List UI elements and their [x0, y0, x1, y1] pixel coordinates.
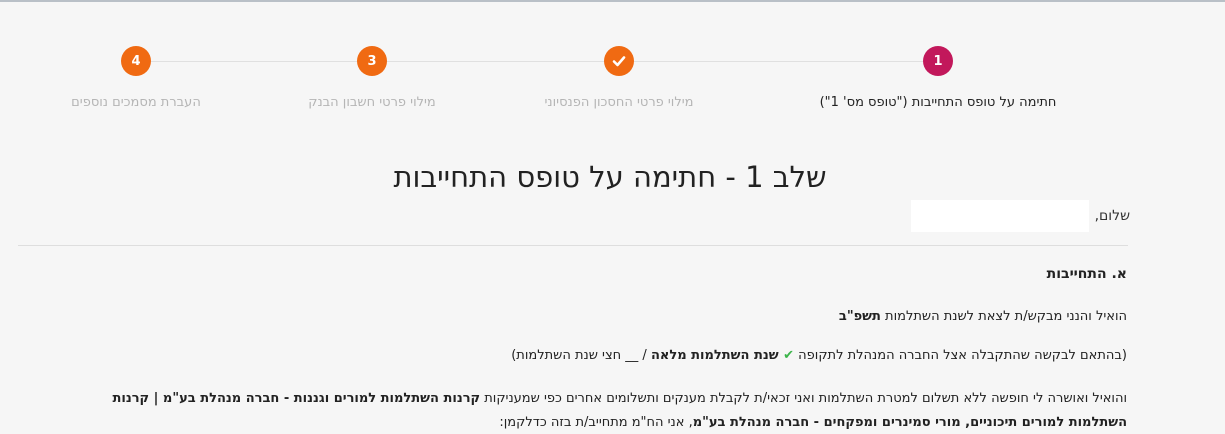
page-title: שלב 1 - חתימה על טופס התחייבות [393, 160, 827, 194]
user-name-field [910, 200, 1089, 232]
step-1-number: 1 [933, 53, 943, 69]
greeting-row: שלום, [910, 200, 1130, 232]
line1-year: תשפ"ב [838, 309, 881, 324]
step-4-label[interactable]: העברת מסמכים נוספים [71, 95, 201, 110]
line2-prefix: (בהתאם לבקשה שהתקבלה אצל החברה המנהלת לת… [794, 348, 1127, 363]
step-3-number: 3 [367, 53, 377, 69]
divider [18, 245, 1128, 246]
step-1-label[interactable]: חתימה על טופס התחייבות ("טופס מס' 1") [820, 95, 1057, 110]
commitment-line-2: (בהתאם לבקשה שהתקבלה אצל החברה המנהלת לת… [511, 348, 1127, 363]
line2-selected-period: שנת השתלמות מלאה [650, 348, 784, 363]
greeting-label: שלום, [1094, 208, 1130, 224]
step-3-label[interactable]: מילוי פרטי חשבון הבנק [308, 95, 436, 110]
para3-suffix: , אני הח"מ מתחייב/ת בזה כדלקמן: [499, 415, 693, 430]
step-4-number: 4 [131, 53, 141, 69]
check-icon: ✔ [783, 348, 795, 363]
step-2-circle[interactable] [604, 46, 634, 76]
commitment-paragraph-3: והואיל ואושרה לי חופשה ללא תשלום למטרת ה… [75, 387, 1127, 434]
para3-text: והואיל ואושרה לי חופשה ללא תשלום למטרת ה… [480, 391, 1127, 406]
progress-stepper: 1 חתימה על טופס התחייבות ("טופס מס' 1") … [0, 0, 1225, 130]
step-3-circle[interactable]: 3 [357, 46, 387, 76]
section-title: א. התחייבות [1046, 266, 1127, 282]
step-4-circle[interactable]: 4 [121, 46, 151, 76]
stepper-track [136, 61, 938, 62]
step-1-circle[interactable]: 1 [923, 46, 953, 76]
line2-suffix: / __ חצי שנת השתלמות) [511, 348, 651, 363]
step-2-label[interactable]: מילוי פרטי החסכון הפנסיוני [545, 95, 694, 110]
commitment-line-1: הואיל והנני מבקש/ת לצאת לשנת השתלמות תשפ… [839, 309, 1127, 324]
line1-text: הואיל והנני מבקש/ת לצאת לשנת השתלמות [880, 309, 1127, 324]
page: 1 חתימה על טופס התחייבות ("טופס מס' 1") … [0, 0, 1225, 434]
check-icon [612, 56, 626, 67]
